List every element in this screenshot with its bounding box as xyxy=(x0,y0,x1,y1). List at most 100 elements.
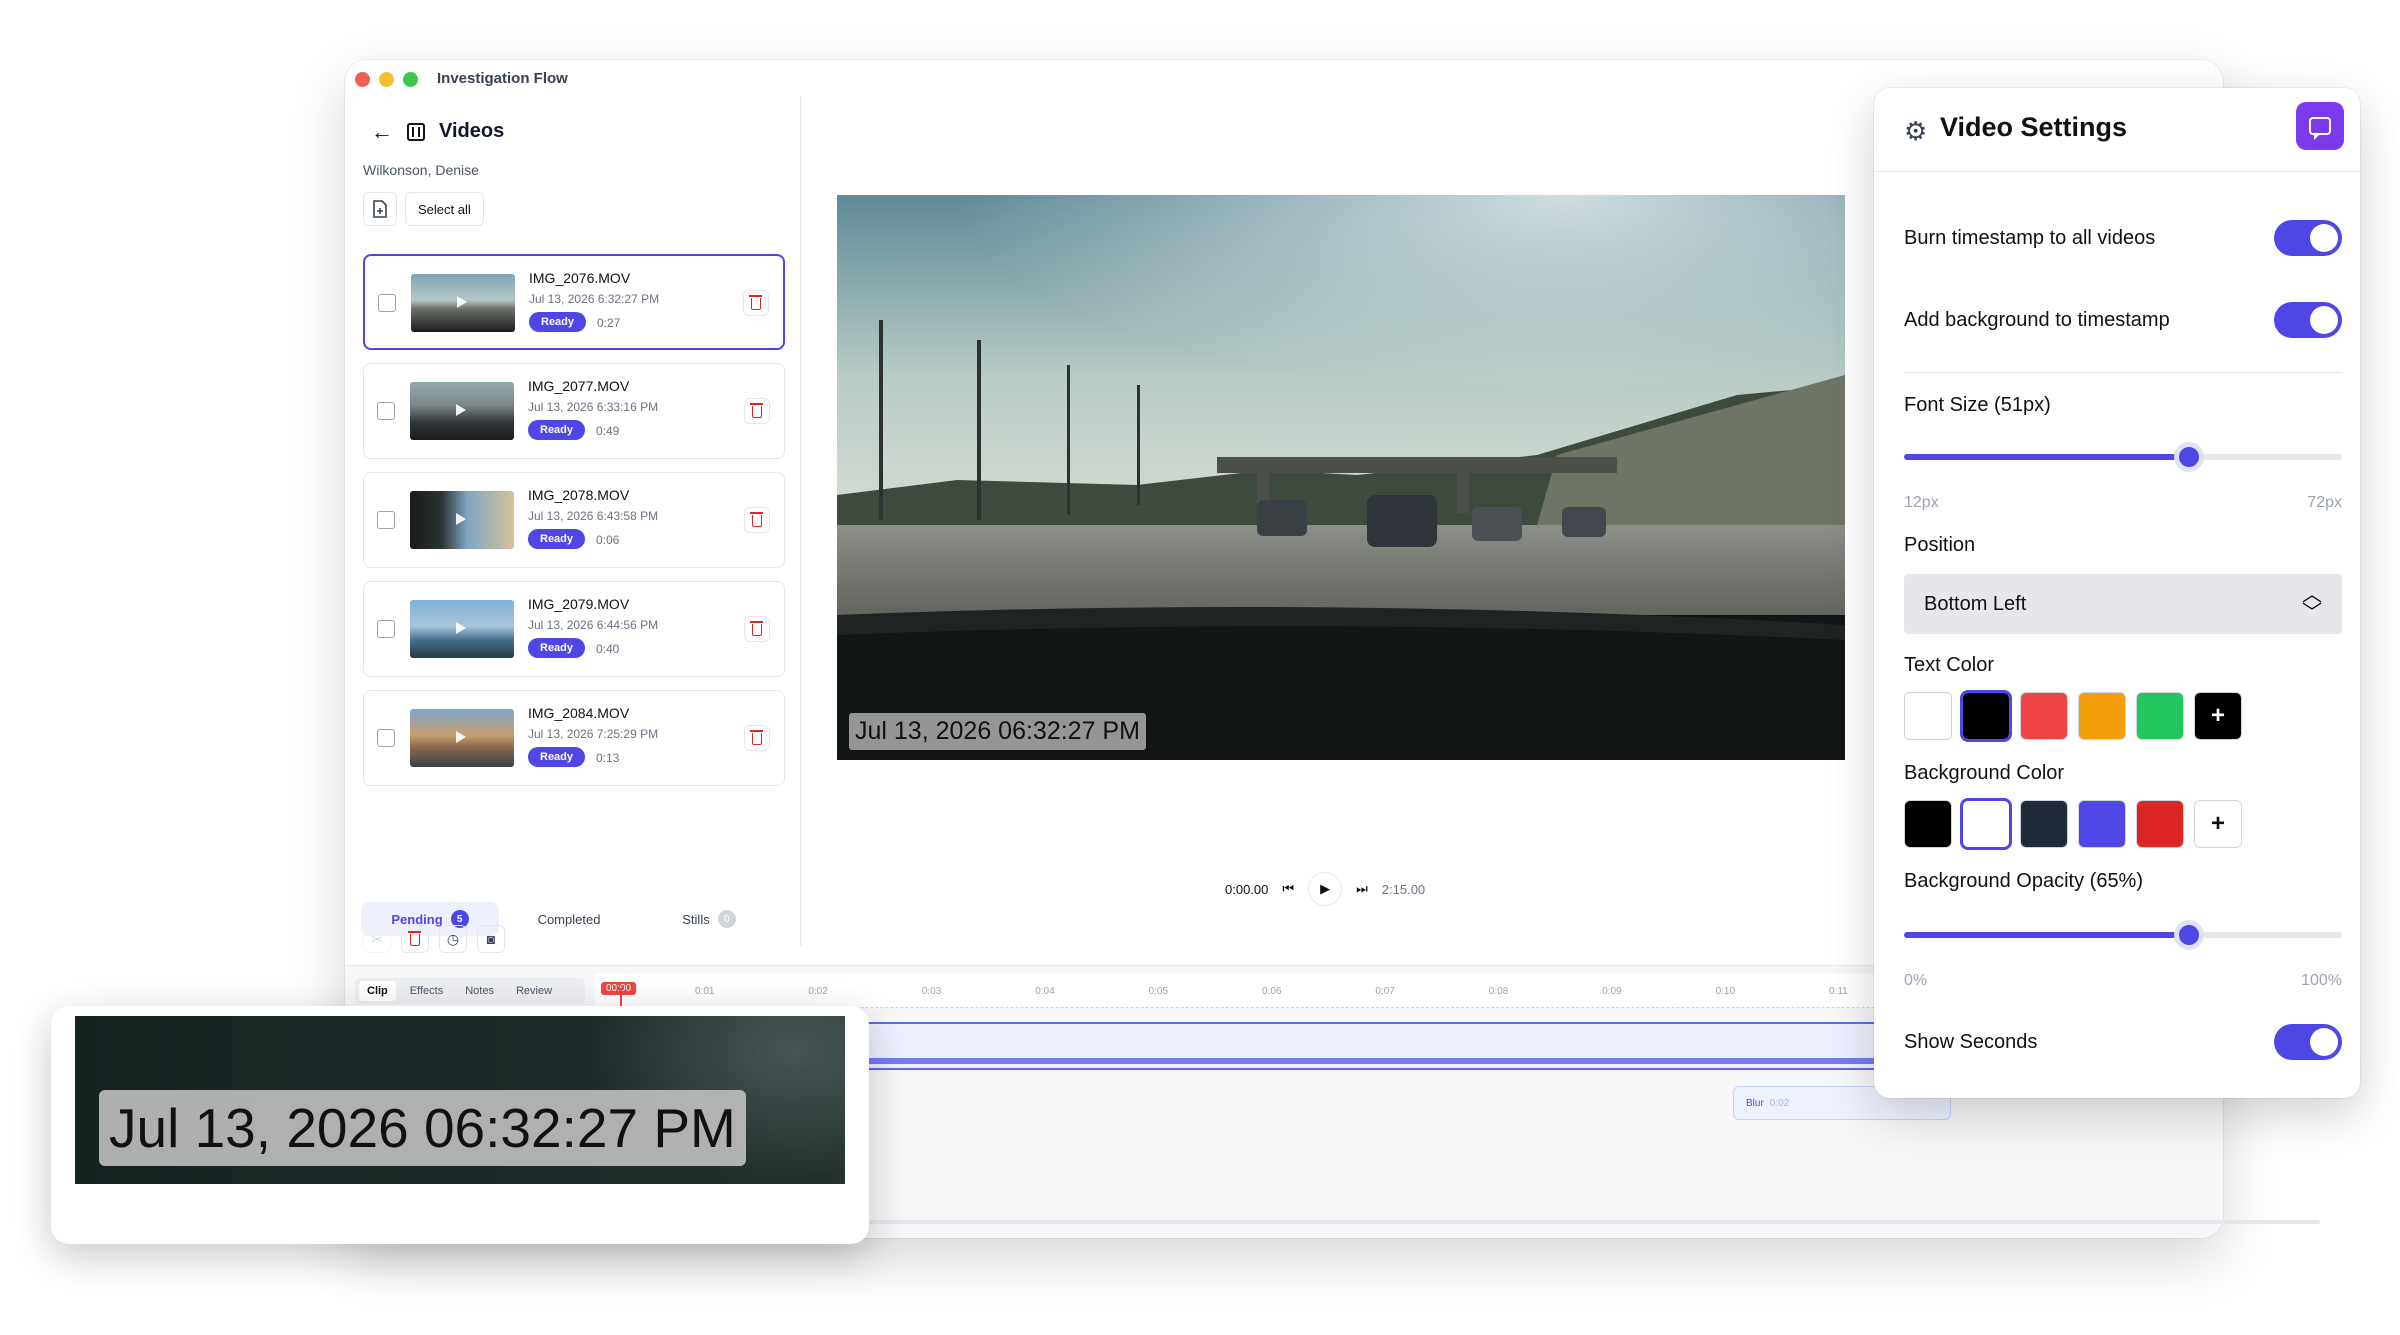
background-opacity-slider[interactable] xyxy=(1904,920,2342,950)
maximize-window-button[interactable] xyxy=(403,72,418,87)
skip-back-icon[interactable]: ⏮ xyxy=(1282,881,1294,897)
status-badge: Ready xyxy=(529,312,587,332)
delete-video-button[interactable] xyxy=(744,398,770,424)
video-thumbnail xyxy=(410,382,514,440)
video-date: Jul 13, 2026 6:33:16 PM xyxy=(528,400,659,414)
video-checkbox[interactable] xyxy=(377,729,395,747)
skip-forward-icon[interactable]: ⏭ xyxy=(1356,881,1368,897)
video-card[interactable]: IMG_2079.MOV Jul 13, 2026 6:44:56 PM Ready… xyxy=(363,581,785,677)
add-background-toggle[interactable] xyxy=(2274,302,2342,338)
tab-effects[interactable]: Effects xyxy=(402,981,451,1001)
playhead-time-label: 00:00 xyxy=(601,982,637,995)
video-card[interactable]: IMG_2078.MOV Jul 13, 2026 6:43:58 PM Ready… xyxy=(363,472,785,568)
video-duration: 0:40 xyxy=(596,642,620,656)
delete-video-button[interactable] xyxy=(744,616,770,642)
trash-icon xyxy=(749,295,762,310)
timeline-tick-label: 0:07 xyxy=(1375,986,1395,997)
background-color-label: Background Color xyxy=(1904,762,2065,784)
tab-clip[interactable]: Clip xyxy=(359,981,396,1001)
film-icon xyxy=(407,122,425,141)
burned-timestamp: Jul 13, 2026 06:32:27 PM xyxy=(849,713,1146,750)
video-card[interactable]: IMG_2076.MOV Jul 13, 2026 6:32:27 PM Ready… xyxy=(363,254,785,350)
video-date: Jul 13, 2026 6:43:58 PM xyxy=(528,509,659,523)
current-time: 0:00.00 xyxy=(1225,881,1269,897)
background-color-custom-color-button[interactable]: + xyxy=(2194,800,2242,848)
video-settings-panel: ⚙ Video Settings Burn timestamp to all v… xyxy=(1874,88,2360,1098)
cut-button[interactable]: ✂ xyxy=(363,925,391,953)
delete-clip-button[interactable] xyxy=(401,925,429,953)
snapshot-button[interactable]: ◙ xyxy=(477,925,505,953)
video-card[interactable]: IMG_2084.MOV Jul 13, 2026 7:25:29 PM Ready… xyxy=(363,690,785,786)
divider xyxy=(1904,372,2342,373)
chat-icon xyxy=(2309,117,2331,140)
trash-icon xyxy=(750,512,763,527)
delete-video-button[interactable] xyxy=(743,290,769,316)
background-color-swatch[interactable] xyxy=(1960,798,2012,850)
status-badge: Ready xyxy=(528,638,586,658)
chat-button[interactable] xyxy=(2296,102,2344,150)
text-color-swatch[interactable] xyxy=(1960,690,2012,742)
tab-stills[interactable]: Stills 0 xyxy=(639,902,779,936)
video-checkbox[interactable] xyxy=(377,620,395,638)
slider-knob[interactable] xyxy=(2173,920,2204,950)
close-window-button[interactable] xyxy=(355,72,370,87)
background-color-swatch[interactable] xyxy=(2020,800,2068,848)
tab-label: Completed xyxy=(537,911,601,927)
text-color-swatch[interactable] xyxy=(2020,692,2068,740)
play-icon xyxy=(457,296,467,308)
tab-notes[interactable]: Notes xyxy=(457,981,502,1001)
text-color-custom-color-button[interactable]: + xyxy=(2194,692,2242,740)
minimize-window-button[interactable] xyxy=(379,72,394,87)
range-min: 12px xyxy=(1904,494,1939,511)
sidebar-title: Videos xyxy=(439,120,505,142)
text-color-swatch[interactable] xyxy=(1904,692,1952,740)
font-size-slider[interactable] xyxy=(1904,442,2342,472)
chevron-up-down-icon: ︿ ﹀ xyxy=(2302,584,2322,624)
add-background-row: Add background to timestamp xyxy=(1904,302,2342,338)
video-checkbox[interactable] xyxy=(377,402,395,420)
position-select[interactable]: Bottom Left ︿ ﹀ xyxy=(1904,574,2342,634)
add-file-button[interactable] xyxy=(363,192,397,226)
video-player[interactable]: Jul 13, 2026 06:32:27 PM xyxy=(837,195,1845,760)
back-arrow-icon[interactable]: ← xyxy=(371,120,393,143)
timeline-tick-label: 0:10 xyxy=(1715,986,1736,997)
video-name: IMG_2078.MOV xyxy=(528,487,630,503)
background-color-swatch[interactable] xyxy=(1904,800,1952,848)
settings-title: Video Settings xyxy=(1940,112,2128,142)
background-color-swatch[interactable] xyxy=(2136,800,2184,848)
position-value: Bottom Left xyxy=(1924,592,2027,615)
timestamp-button[interactable]: ◷ xyxy=(439,925,467,953)
delete-video-button[interactable] xyxy=(744,725,770,751)
delete-video-button[interactable] xyxy=(744,507,770,533)
video-frame xyxy=(837,195,1845,760)
timeline-tick-label: 0:02 xyxy=(808,986,828,997)
video-checkbox[interactable] xyxy=(377,511,395,529)
tab-completed[interactable]: Completed xyxy=(499,902,639,936)
select-all-button[interactable]: Select all xyxy=(405,192,484,226)
editor-toolbar: ✂ ◷ ◙ xyxy=(363,925,505,953)
show-seconds-toggle[interactable] xyxy=(2274,1024,2342,1060)
background-color-swatch[interactable] xyxy=(2078,800,2126,848)
text-color-swatch[interactable] xyxy=(2136,692,2184,740)
video-thumbnail xyxy=(411,274,515,332)
range-max: 72px xyxy=(2307,494,2342,511)
opacity-range: 0% 100% xyxy=(1904,972,2342,990)
blur-clip-label: Blur xyxy=(1746,1097,1764,1109)
play-button[interactable]: ▶ xyxy=(1308,872,1343,906)
text-color-swatch[interactable] xyxy=(2078,692,2126,740)
timeline-tick-label: 0:09 xyxy=(1602,986,1622,997)
timeline-tick-label: 0:04 xyxy=(1035,986,1055,997)
play-icon xyxy=(456,404,466,416)
timestamp-zoom-preview: Jul 13, 2026 06:32:27 PM xyxy=(51,1006,869,1244)
burn-timestamp-toggle[interactable] xyxy=(2274,220,2342,256)
range-min: 0% xyxy=(1904,972,1928,989)
tab-review[interactable]: Review xyxy=(508,981,560,1001)
tab-count-badge: 0 xyxy=(717,910,736,928)
video-checkbox[interactable] xyxy=(378,294,396,312)
video-list: IMG_2076.MOV Jul 13, 2026 6:32:27 PM Ready… xyxy=(363,254,785,799)
video-card[interactable]: IMG_2077.MOV Jul 13, 2026 6:33:16 PM Ready… xyxy=(363,363,785,459)
video-name: IMG_2084.MOV xyxy=(528,705,630,721)
play-icon xyxy=(456,622,466,634)
slider-knob[interactable] xyxy=(2173,442,2204,472)
video-name: IMG_2076.MOV xyxy=(529,270,631,286)
